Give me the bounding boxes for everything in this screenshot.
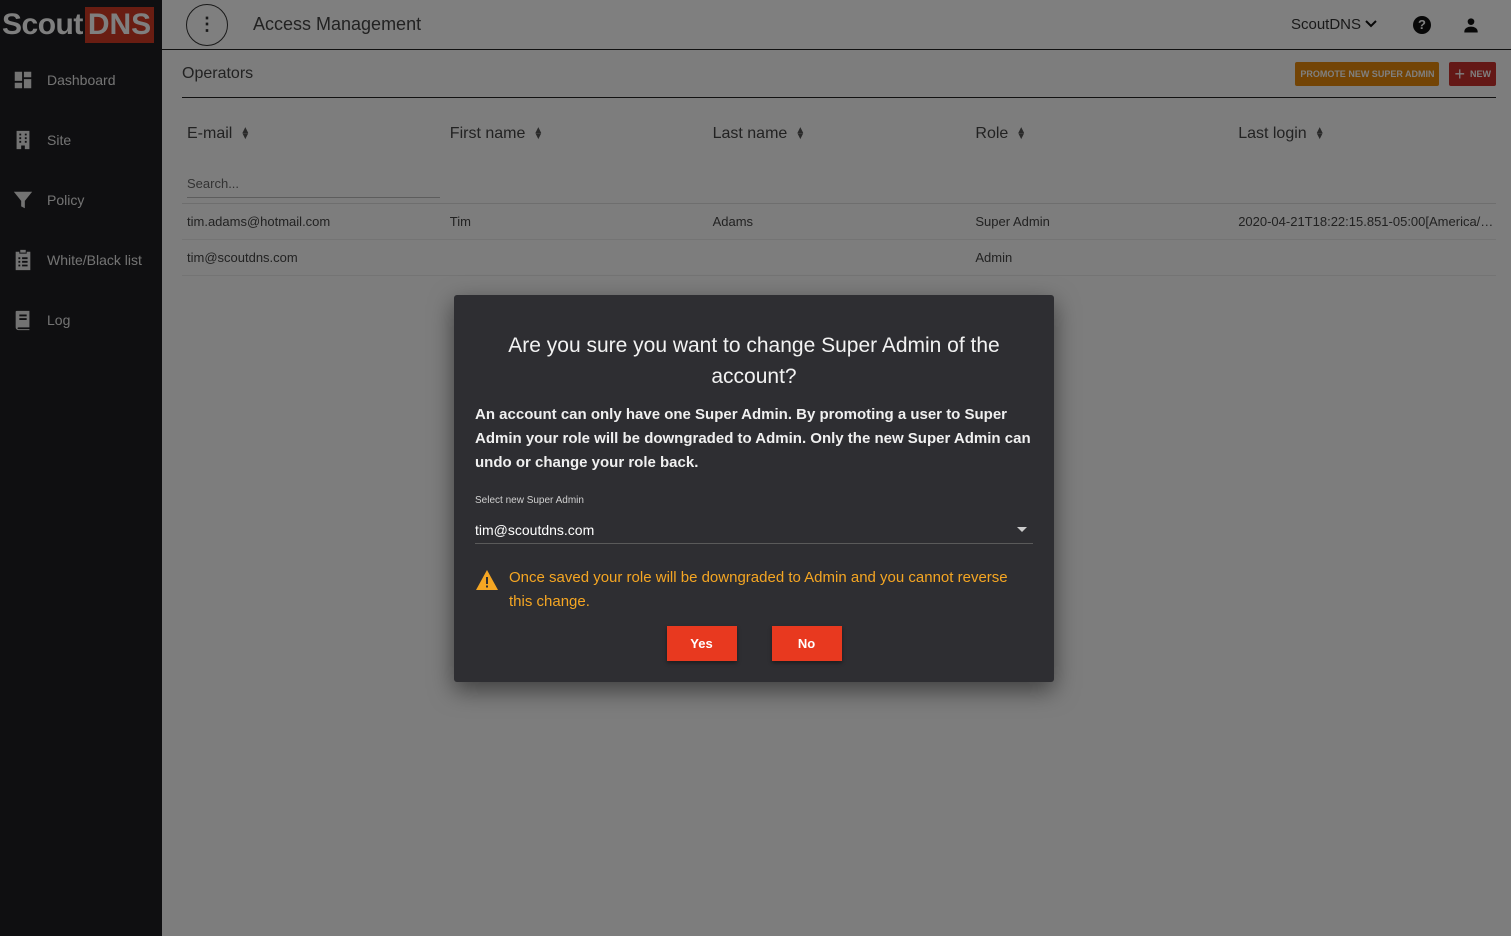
super-admin-select[interactable]: tim@scoutdns.com — [475, 516, 1033, 544]
warning-icon — [475, 569, 499, 591]
yes-button[interactable]: Yes — [666, 626, 737, 661]
select-value: tim@scoutdns.com — [475, 521, 595, 538]
dialog-body: An account can only have one Super Admin… — [475, 406, 1031, 471]
dialog-title: Are you sure you want to change Super Ad… — [508, 334, 1000, 388]
warning-text: Once saved your role will be downgraded … — [509, 569, 1008, 610]
warning-message: Once saved your role will be downgraded … — [475, 569, 1033, 614]
confirm-dialog: Are you sure you want to change Super Ad… — [454, 295, 1054, 682]
select-label: Select new Super Admin — [475, 495, 584, 506]
dropdown-arrow-icon — [1017, 527, 1027, 532]
no-button[interactable]: No — [771, 626, 842, 661]
